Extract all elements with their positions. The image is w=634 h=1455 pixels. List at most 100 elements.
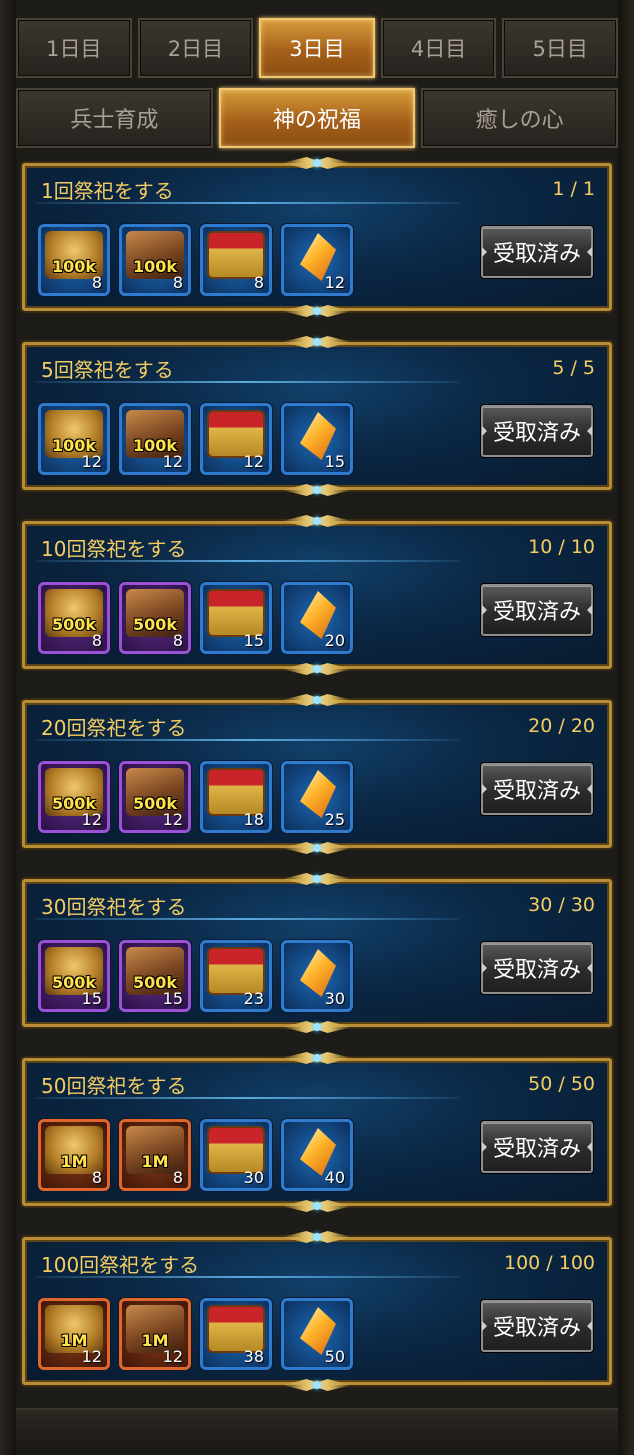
task-progress: 30 / 30 <box>528 894 595 916</box>
reward-item[interactable]: 1M 12 <box>38 1298 110 1370</box>
reward-count: 12 <box>81 452 102 471</box>
chest-icon <box>207 947 265 995</box>
gem-top <box>313 338 321 346</box>
gem-top <box>313 875 321 883</box>
tab-day-4[interactable]: 4日目 <box>380 18 497 78</box>
gem-bot <box>313 844 321 852</box>
task-title: 1回祭祀をする <box>41 179 174 203</box>
reward-count: 8 <box>253 273 264 292</box>
gem-top <box>313 1054 321 1062</box>
reward-count: 8 <box>172 631 183 650</box>
reward-list: 1M 12 1M 12 38 50 <box>38 1298 353 1370</box>
claimed-button[interactable]: 受取済み <box>481 584 593 636</box>
task-title: 20回祭祀をする <box>41 716 187 740</box>
gem-bot <box>313 665 321 673</box>
reward-item[interactable]: 18 <box>200 761 272 833</box>
task-card: 30回祭祀をする 30 / 30 500k 15 500k 15 23 30 受取済み <box>22 873 612 1033</box>
reward-item[interactable]: 100k 12 <box>119 403 191 475</box>
reward-count: 12 <box>243 452 264 471</box>
reward-item[interactable]: 1M 8 <box>119 1119 191 1191</box>
reward-count: 12 <box>81 1347 102 1366</box>
reward-count: 30 <box>324 989 345 1008</box>
chest-icon <box>207 589 265 637</box>
chest-icon <box>207 231 265 279</box>
tab-divine-blessing[interactable]: 神の祝福 <box>218 88 416 148</box>
reward-count: 12 <box>324 273 345 292</box>
tab-day-5[interactable]: 5日目 <box>502 18 618 78</box>
reward-item[interactable]: 15 <box>200 582 272 654</box>
gem-top <box>313 696 321 704</box>
task-progress: 1 / 1 <box>552 178 595 200</box>
reward-item[interactable]: 8 <box>200 224 272 296</box>
tab-day-2[interactable]: 2日目 <box>137 18 254 78</box>
gem-top <box>313 1233 321 1241</box>
reward-count: 50 <box>324 1347 345 1366</box>
title-divider <box>35 1276 459 1278</box>
task-card: 100回祭祀をする 100 / 100 1M 12 1M 12 38 50 受取済み <box>22 1231 612 1391</box>
reward-item[interactable]: 100k 8 <box>38 224 110 296</box>
tab-day-1[interactable]: 1日目 <box>16 18 132 78</box>
task-progress: 5 / 5 <box>552 357 595 379</box>
gem-bot <box>313 307 321 315</box>
reward-item[interactable]: 23 <box>200 940 272 1012</box>
reward-item[interactable]: 1M 12 <box>119 1298 191 1370</box>
reward-item[interactable]: 1M 8 <box>38 1119 110 1191</box>
reward-item[interactable]: 100k 12 <box>38 403 110 475</box>
reward-count: 12 <box>162 1347 183 1366</box>
reward-item[interactable]: 40 <box>281 1119 353 1191</box>
reward-item[interactable]: 500k 8 <box>119 582 191 654</box>
reward-item[interactable]: 500k 8 <box>38 582 110 654</box>
reward-item[interactable]: 50 <box>281 1298 353 1370</box>
reward-item[interactable]: 100k 8 <box>119 224 191 296</box>
reward-item[interactable]: 12 <box>281 224 353 296</box>
chest-icon <box>207 768 265 816</box>
task-list: 1回祭祀をする 1 / 1 100k 8 100k 8 8 12 受取済み 5回祭祀をする 5 / … <box>22 157 612 1416</box>
reward-item[interactable]: 500k 12 <box>119 761 191 833</box>
gem-top <box>313 159 321 167</box>
reward-item[interactable]: 500k 15 <box>38 940 110 1012</box>
title-divider <box>35 739 459 741</box>
chest-icon <box>207 410 265 458</box>
reward-count: 12 <box>162 452 183 471</box>
reward-item[interactable]: 30 <box>281 940 353 1012</box>
tab-healing-heart[interactable]: 癒しの心 <box>421 88 619 148</box>
claimed-button[interactable]: 受取済み <box>481 226 593 278</box>
reward-count: 8 <box>91 631 102 650</box>
reward-item[interactable]: 38 <box>200 1298 272 1370</box>
gem-bot <box>313 1202 321 1210</box>
task-card: 50回祭祀をする 50 / 50 1M 8 1M 8 30 40 受取済み <box>22 1052 612 1212</box>
claimed-button[interactable]: 受取済み <box>481 1121 593 1173</box>
reward-item[interactable]: 500k 15 <box>119 940 191 1012</box>
category-tabs: 兵士育成 神の祝福 癒しの心 <box>16 88 619 148</box>
reward-count: 15 <box>243 631 264 650</box>
gem-bot <box>313 486 321 494</box>
reward-item[interactable]: 20 <box>281 582 353 654</box>
reward-count: 25 <box>324 810 345 829</box>
tab-soldier-training[interactable]: 兵士育成 <box>16 88 213 148</box>
claimed-button[interactable]: 受取済み <box>481 1300 593 1352</box>
title-divider <box>35 560 459 562</box>
reward-list: 1M 8 1M 8 30 40 <box>38 1119 353 1191</box>
tab-day-3[interactable]: 3日目 <box>259 18 375 78</box>
task-title: 5回祭祀をする <box>41 358 174 382</box>
reward-count: 18 <box>243 810 264 829</box>
claimed-button[interactable]: 受取済み <box>481 763 593 815</box>
reward-item[interactable]: 30 <box>200 1119 272 1191</box>
claimed-button[interactable]: 受取済み <box>481 405 593 457</box>
reward-list: 500k 12 500k 12 18 25 <box>38 761 353 833</box>
reward-count: 12 <box>162 810 183 829</box>
reward-count: 15 <box>81 989 102 1008</box>
gem-top <box>313 517 321 525</box>
reward-item[interactable]: 15 <box>281 403 353 475</box>
reward-item[interactable]: 12 <box>200 403 272 475</box>
task-card: 5回祭祀をする 5 / 5 100k 12 100k 12 12 15 受取済み <box>22 336 612 496</box>
reward-list: 100k 12 100k 12 12 15 <box>38 403 353 475</box>
reward-list: 500k 15 500k 15 23 30 <box>38 940 353 1012</box>
title-divider <box>35 918 459 920</box>
reward-count: 15 <box>162 989 183 1008</box>
reward-item[interactable]: 500k 12 <box>38 761 110 833</box>
task-progress: 100 / 100 <box>503 1252 595 1274</box>
task-progress: 50 / 50 <box>528 1073 595 1095</box>
claimed-button[interactable]: 受取済み <box>481 942 593 994</box>
reward-item[interactable]: 25 <box>281 761 353 833</box>
